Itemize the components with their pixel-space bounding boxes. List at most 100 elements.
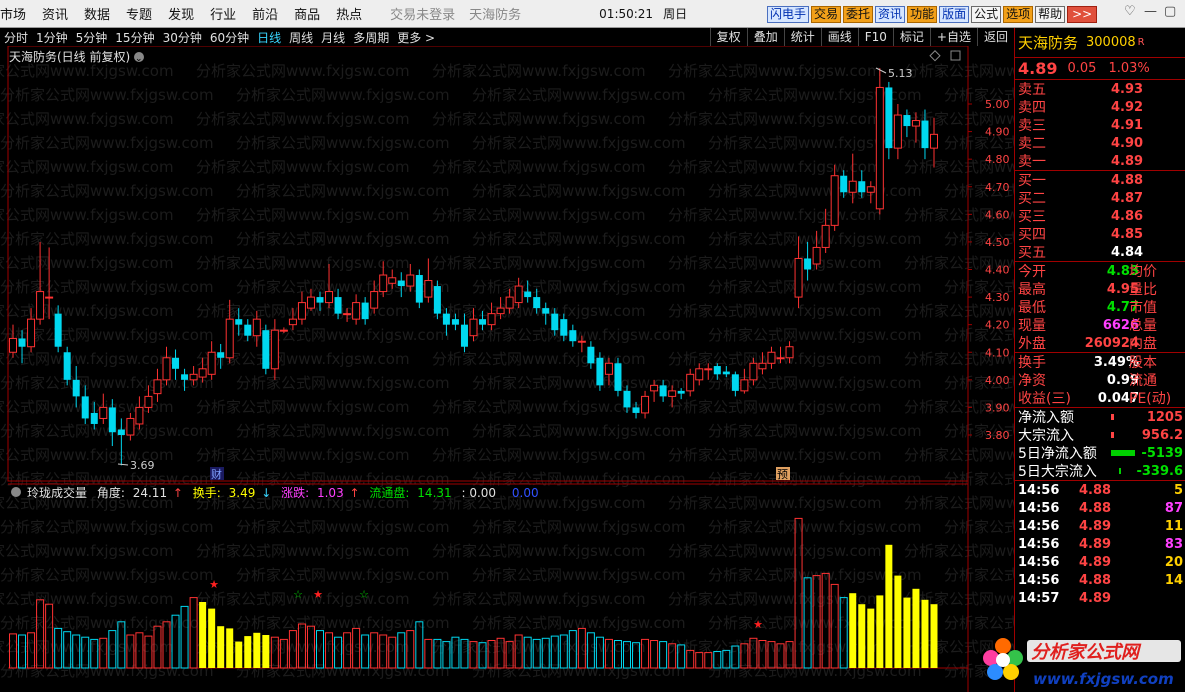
panel-toggle-icon[interactable] — [950, 50, 961, 61]
chart-tool-3[interactable]: 画线 — [820, 28, 858, 46]
menu-item-8[interactable]: 热点 — [328, 4, 370, 23]
period-tab-9[interactable]: 多周期 — [349, 29, 393, 46]
toolbar-button-5[interactable]: 版面 — [939, 6, 970, 23]
menu-item-1[interactable]: 资讯 — [34, 4, 76, 23]
watermark-text: 分析家公式网www.fxjgsw.com — [236, 566, 450, 584]
toolbar-button-3[interactable]: 资讯 — [875, 6, 906, 23]
tick-time: 14:56 — [1018, 536, 1060, 552]
candle — [596, 352, 604, 391]
earnings-marker-label: 财 — [211, 467, 222, 481]
arrow-down-icon: ↓ — [261, 486, 271, 500]
ask-row[interactable]: 卖二 4.90 — [1015, 134, 1185, 153]
price-tick-label: 4.40 — [985, 264, 1010, 277]
period-tab-5[interactable]: 60分钟 — [206, 29, 253, 46]
stat-row: 收益(三) 0.047 PE(动) — [1015, 389, 1185, 408]
main-menu: 市场 资讯 数据 专题 发现 行业 前沿 商品 热点 — [0, 0, 370, 27]
signal-star-icon: ☆ — [359, 588, 369, 601]
toolbar-button-6[interactable]: 公式 — [971, 6, 1002, 23]
watermark-text: 分析家公式网www.fxjgsw.com — [236, 422, 450, 440]
chart-tool-buttons: 复权 叠加 统计 画线 F10 标记 +自选 返回 — [709, 28, 1014, 46]
bid-row[interactable]: 买四 4.85 — [1015, 225, 1185, 244]
flow-value: 1205 — [1146, 409, 1183, 425]
book-level-label: 卖四 — [1018, 100, 1046, 116]
stat-row: 换手 3.49% 股本 — [1015, 353, 1185, 372]
watermark-text: 分析家公式网www.fxjgsw.com — [708, 374, 922, 392]
period-tab-10[interactable]: 更多 > — [393, 29, 439, 46]
watermark-text: 分析家公式网www.fxjgsw.com — [196, 542, 410, 560]
toolbar-button-9[interactable]: >> — [1067, 6, 1098, 23]
maximize-icon[interactable]: ▢ — [1164, 4, 1176, 19]
watermark-text: 分析家公式网www.fxjgsw.com — [0, 254, 174, 272]
bid-row[interactable]: 买二 4.87 — [1015, 189, 1185, 208]
watermark-text: 分析家公式网www.fxjgsw.com — [472, 566, 686, 584]
menu-item-4[interactable]: 发现 — [160, 4, 202, 23]
toolbar-button-0[interactable]: 闪电手 — [767, 6, 810, 23]
low-label: 3.69 — [130, 459, 155, 472]
menu-item-5[interactable]: 行业 — [202, 4, 244, 23]
stock-chart[interactable]: 分析家公式网www.fxjgsw.com 分析家公式网www.fxjgsw.com… — [0, 46, 1014, 692]
period-tab-7[interactable]: 周线 — [285, 29, 317, 46]
favorite-icon[interactable]: ♡ — [1124, 4, 1136, 19]
toolbar-buttons: 闪电手 交易 委托 资讯 功能 版面 公式 选项 帮助 >> — [767, 6, 1098, 23]
chart-tool-6[interactable]: +自选 — [929, 28, 977, 46]
menu-item-7[interactable]: 商品 — [286, 4, 328, 23]
watermark-text: 分析家公式网www.fxjgsw.com — [944, 470, 1014, 488]
watermark-text: 分析家公式网www.fxjgsw.com — [432, 638, 646, 656]
flow-label: 5日大宗流入 — [1018, 464, 1097, 480]
watermark-text: 分析家公式网www.fxjgsw.com — [432, 110, 646, 128]
diamond-icon[interactable] — [929, 50, 941, 62]
volume-bar — [36, 599, 45, 669]
watermark-text: 分析家公式网www.fxjgsw.com — [236, 614, 450, 632]
period-tab-1[interactable]: 1分钟 — [32, 29, 72, 46]
ask-row[interactable]: 卖五 4.93 — [1015, 80, 1185, 99]
period-tab-6[interactable]: 日线 — [253, 29, 285, 46]
watermark-text: 分析家公式网www.fxjgsw.com — [0, 422, 214, 440]
toolbar-button-8[interactable]: 帮助 — [1035, 6, 1066, 23]
watermark-text: 分析家公式网www.fxjgsw.com — [904, 542, 1014, 560]
toolbar-button-7[interactable]: 选项 — [1003, 6, 1034, 23]
period-tab-0[interactable]: 分时 — [0, 29, 32, 46]
period-tab-2[interactable]: 5分钟 — [72, 29, 112, 46]
ask-row[interactable]: 卖一 4.89 — [1015, 152, 1185, 171]
toolbar-button-1[interactable]: 交易 — [811, 6, 842, 23]
volume-bar — [876, 595, 884, 668]
chart-tool-2[interactable]: 统计 — [783, 28, 821, 46]
stat-label: 外盘 — [1018, 336, 1046, 352]
toolbar-button-2[interactable]: 委托 — [843, 6, 874, 23]
chart-tool-5[interactable]: 标记 — [892, 28, 930, 46]
volume-bar — [912, 588, 920, 668]
chart-tool-0[interactable]: 复权 — [709, 28, 747, 46]
menu-item-2[interactable]: 数据 — [76, 4, 118, 23]
watermark-text: 分析家公式网www.fxjgsw.com — [432, 62, 646, 80]
period-tab-8[interactable]: 月线 — [317, 29, 349, 46]
menu-item-3[interactable]: 专题 — [118, 4, 160, 23]
chevron-down-icon: ⌄ — [135, 54, 143, 64]
watermark-text: 分析家公式网www.fxjgsw.com — [708, 518, 922, 536]
volume-options-icon[interactable] — [11, 487, 21, 497]
bid-row[interactable]: 买三 4.86 — [1015, 207, 1185, 226]
book-level-price: 4.88 — [1111, 172, 1144, 188]
chart-tool-7[interactable]: 返回 — [976, 28, 1014, 46]
volume-bar — [930, 604, 938, 668]
menu-item-6[interactable]: 前沿 — [244, 4, 286, 23]
watermark-text: 分析家公式网www.fxjgsw.com — [0, 302, 174, 320]
chart-tool-1[interactable]: 叠加 — [746, 28, 784, 46]
ask-row[interactable]: 卖三 4.91 — [1015, 116, 1185, 135]
extra-value-1: : 0.00 — [461, 486, 496, 500]
bid-row[interactable]: 买五 4.84 — [1015, 243, 1185, 262]
price-tick-label: 4.20 — [985, 319, 1010, 332]
toolbar-button-4[interactable]: 功能 — [907, 6, 938, 23]
menu-item-0[interactable]: 市场 — [0, 4, 34, 23]
period-tab-4[interactable]: 30分钟 — [159, 29, 206, 46]
bid-row[interactable]: 买一 4.88 — [1015, 171, 1185, 190]
chart-tool-4[interactable]: F10 — [857, 28, 893, 46]
ask-row[interactable]: 卖四 4.92 — [1015, 98, 1185, 117]
volume-bar — [894, 575, 902, 668]
price-change: 0.05 — [1067, 61, 1097, 76]
money-flow: 净流入额 1205 大宗流入 956.2 5日净流入额 -5139 5日大宗流入 -339.6 — [1015, 408, 1185, 481]
watermark-text: 分析家公式网www.fxjgsw.com — [196, 446, 410, 464]
period-tab-3[interactable]: 15分钟 — [111, 29, 158, 46]
watermark-text: 分析家公式网www.fxjgsw.com — [472, 230, 686, 248]
price-tick-label: 5.00 — [985, 98, 1010, 111]
minimize-icon[interactable]: — — [1144, 4, 1157, 19]
